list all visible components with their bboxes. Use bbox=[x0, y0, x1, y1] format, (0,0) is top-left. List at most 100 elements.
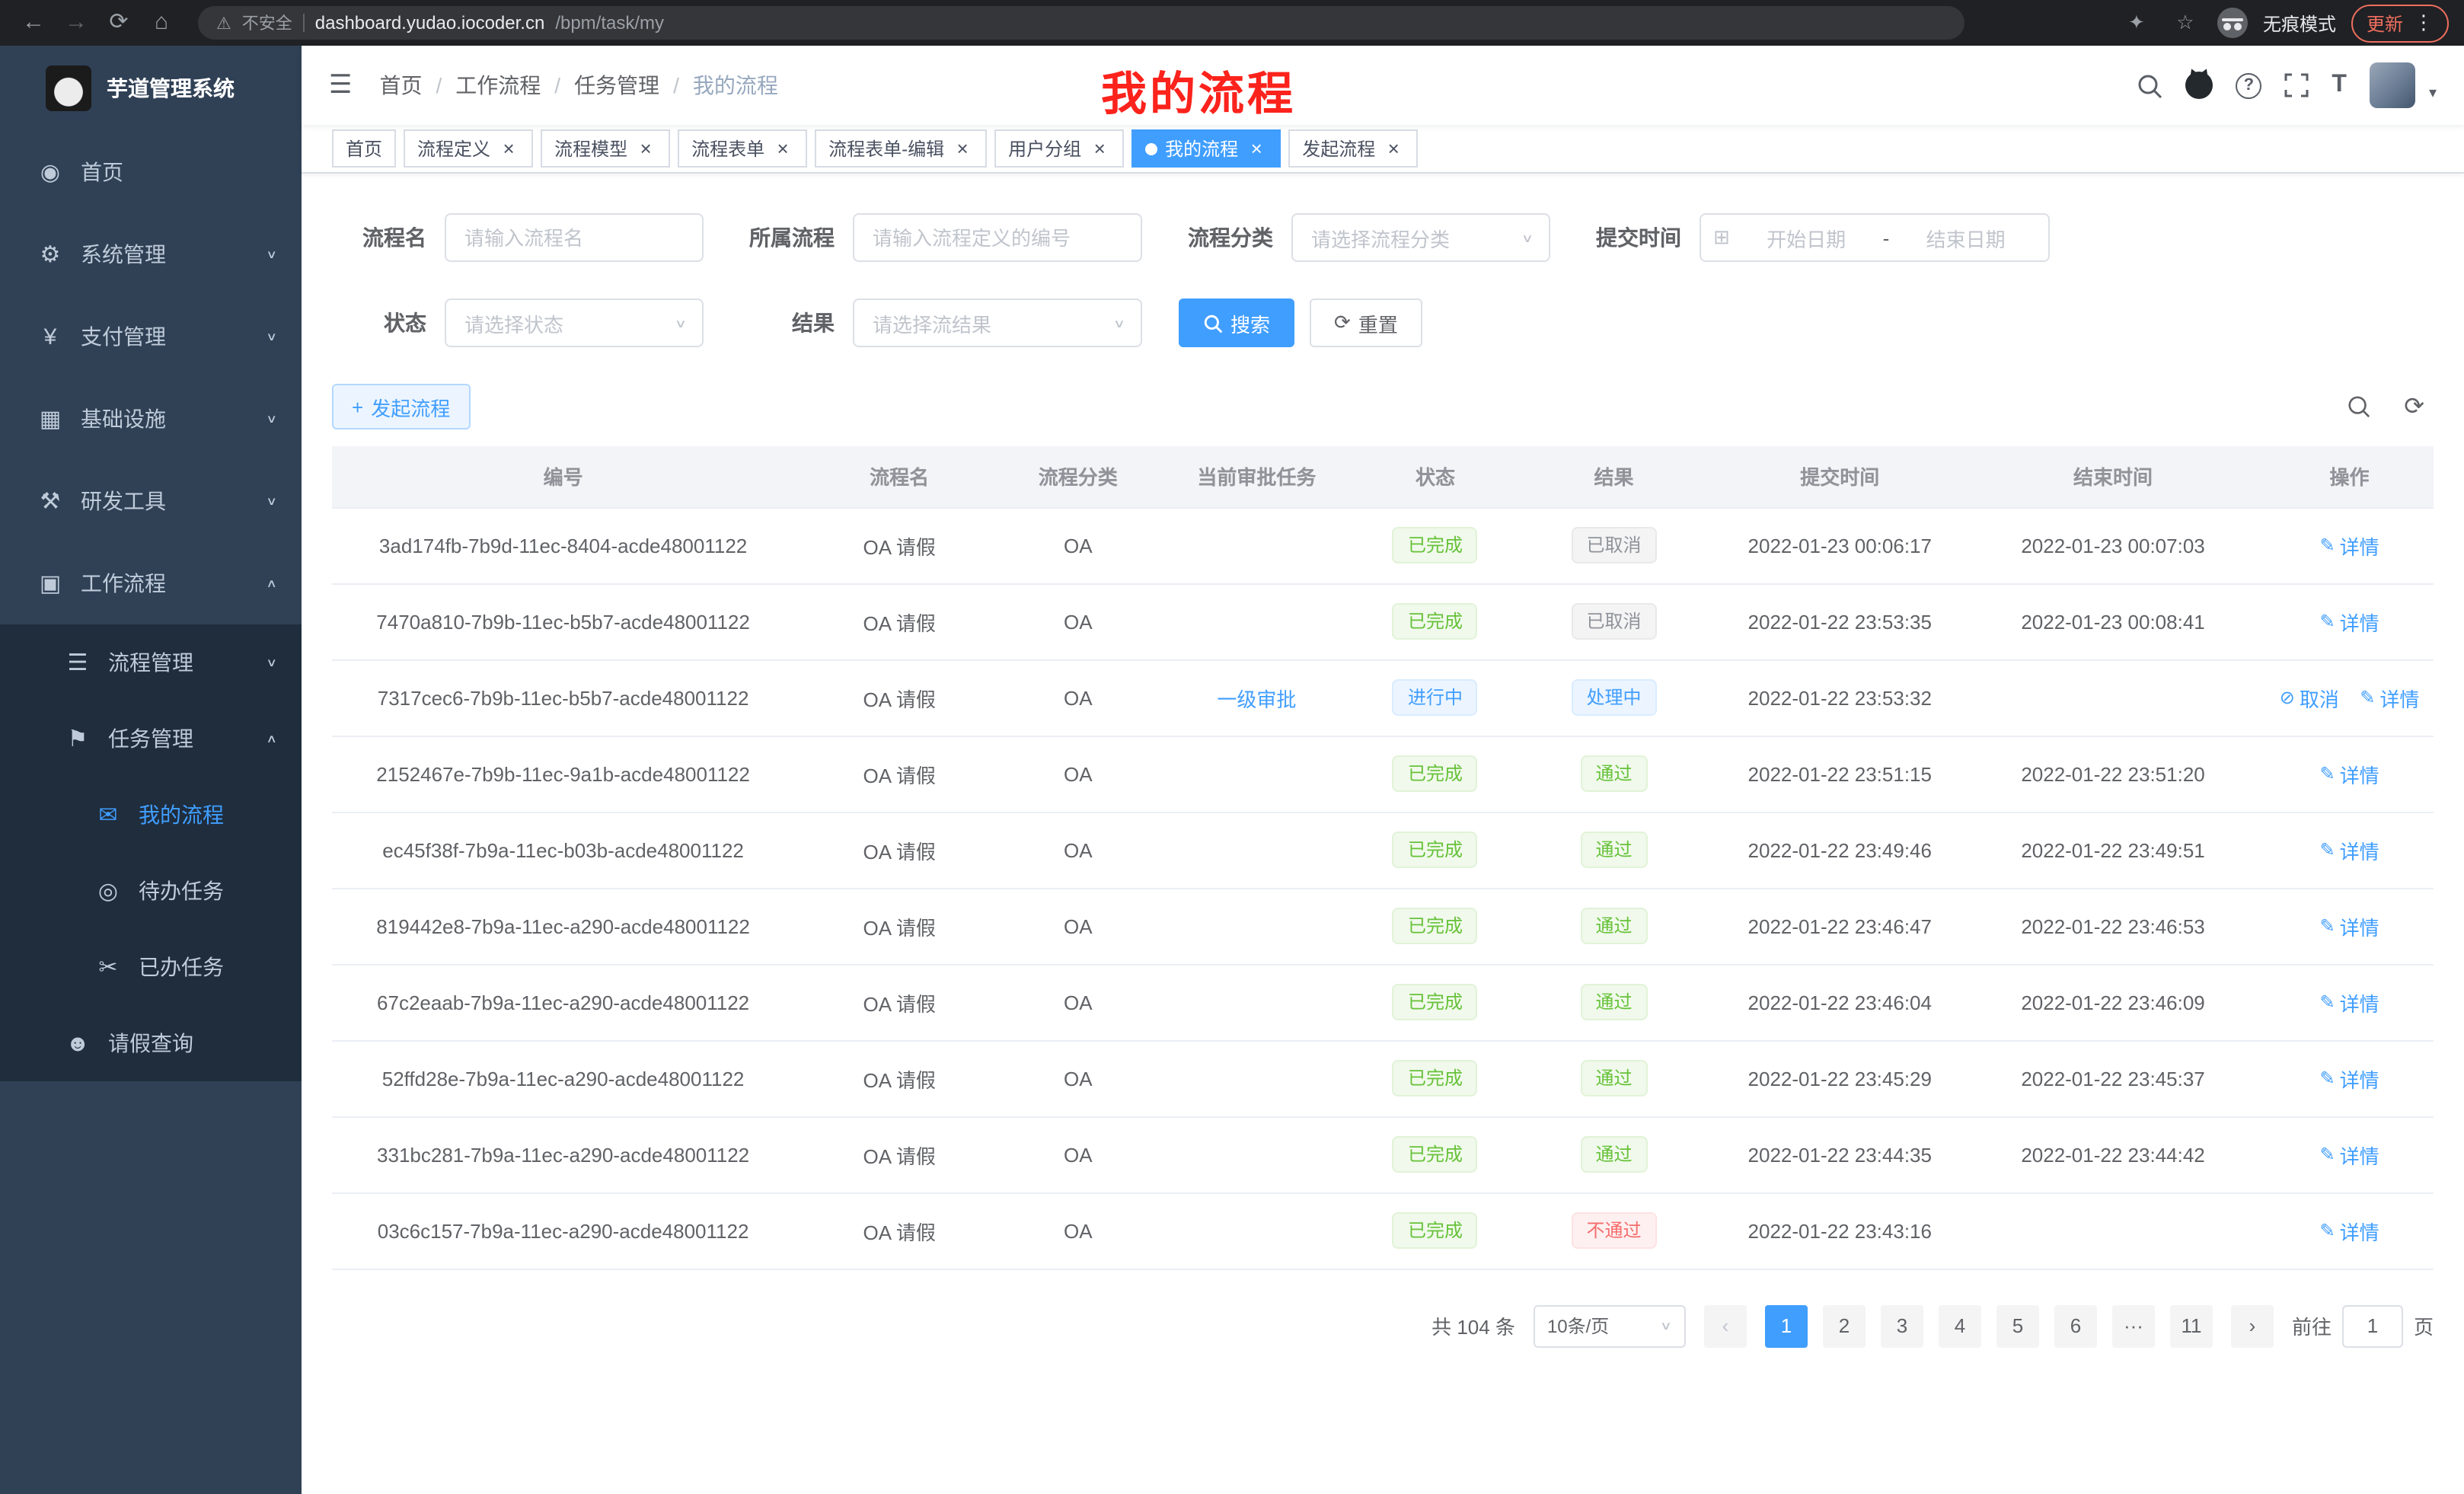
page-number-button[interactable]: ··· bbox=[2112, 1304, 2155, 1347]
page-number-button[interactable]: 1 bbox=[1765, 1304, 1808, 1347]
sidebar-item-devtools[interactable]: ⚒ 研发工具 ∨ bbox=[0, 460, 302, 542]
bookmark-star-icon[interactable]: ☆ bbox=[2169, 0, 2202, 46]
address-bar[interactable]: ⚠ 不安全 dashboard.yudao.iocoder.cn/bpm/tas… bbox=[198, 6, 1964, 40]
status-badge: 已完成 bbox=[1393, 1212, 1478, 1249]
search-button[interactable]: 搜索 bbox=[1179, 298, 1294, 347]
detail-action[interactable]: ✎详情 bbox=[2319, 1216, 2379, 1245]
reset-button[interactable]: ⟳ 重置 bbox=[1310, 298, 1422, 347]
tab-close-icon[interactable]: × bbox=[772, 138, 793, 159]
date-range-picker[interactable]: ⊞ 开始日期 - 结束日期 bbox=[1700, 213, 2050, 262]
result-select[interactable]: 请选择流结果 ∨ bbox=[853, 298, 1142, 347]
tab[interactable]: 流程模型 × bbox=[541, 129, 670, 168]
reload-icon[interactable]: ⟳ bbox=[101, 0, 137, 46]
browser-menu-icon[interactable]: ⋮ bbox=[2414, 11, 2434, 35]
tab-close-icon[interactable]: × bbox=[635, 138, 656, 159]
cancel-action[interactable]: ⊘取消 bbox=[2280, 683, 2339, 712]
status-select[interactable]: 请选择状态 ∨ bbox=[445, 298, 704, 347]
forward-icon[interactable]: → bbox=[58, 0, 94, 46]
page-number-button[interactable]: 11 bbox=[2170, 1304, 2213, 1347]
next-page-button[interactable]: › bbox=[2231, 1304, 2274, 1347]
breadcrumb-task-mgmt[interactable]: 任务管理 bbox=[574, 70, 659, 101]
tab[interactable]: 流程表单 × bbox=[678, 129, 807, 168]
tab-close-icon[interactable]: × bbox=[952, 138, 973, 159]
create-process-button[interactable]: + 发起流程 bbox=[332, 384, 470, 429]
end-time: 2022-01-22 23:46:09 bbox=[2021, 991, 2204, 1014]
category-select[interactable]: 请选择流程分类 ∨ bbox=[1291, 213, 1550, 262]
toggle-search-icon[interactable] bbox=[2346, 394, 2370, 419]
page-size-select[interactable]: 10条/页 ∨ bbox=[1534, 1304, 1686, 1347]
process-name-input[interactable] bbox=[445, 213, 704, 262]
page-number-button[interactable]: 4 bbox=[1939, 1304, 1981, 1347]
sidebar-item-home[interactable]: ◉ 首页 bbox=[0, 131, 302, 213]
breadcrumb-workflow[interactable]: 工作流程 bbox=[455, 70, 541, 101]
search-button-label: 搜索 bbox=[1230, 308, 1270, 337]
github-icon[interactable] bbox=[2185, 72, 2213, 99]
refresh-table-icon[interactable]: ⟳ bbox=[2404, 391, 2424, 422]
font-size-icon[interactable]: T bbox=[2332, 72, 2347, 99]
detail-action[interactable]: ✎详情 bbox=[2319, 531, 2379, 560]
start-date-input[interactable]: 开始日期 bbox=[1736, 223, 1877, 252]
refresh-icon: ⟳ bbox=[1334, 311, 1351, 335]
update-button[interactable]: 更新 ⋮ bbox=[2351, 4, 2449, 42]
browser-home-icon[interactable]: ⌂ bbox=[143, 0, 180, 46]
tab-close-icon[interactable]: × bbox=[1383, 138, 1404, 159]
current-task-link[interactable]: 一级审批 bbox=[1217, 688, 1296, 710]
tab-close-icon[interactable]: × bbox=[1246, 138, 1267, 159]
detail-action[interactable]: ✎详情 bbox=[2319, 988, 2379, 1017]
table-row: 3ad174fb-7b9d-11ec-8404-acde48001122 OA … bbox=[332, 507, 2434, 583]
end-time: 2022-01-23 00:07:03 bbox=[2021, 534, 2204, 557]
chevron-down-icon[interactable]: ▾ bbox=[2429, 85, 2437, 102]
sidebar-item-leave-query[interactable]: ☻ 请假查询 bbox=[0, 1005, 302, 1081]
tab-close-icon[interactable]: × bbox=[1089, 138, 1110, 159]
avatar[interactable] bbox=[2370, 62, 2415, 108]
tab[interactable]: 用户分组 × bbox=[994, 129, 1124, 168]
tab[interactable]: 首页 bbox=[332, 129, 396, 168]
plus-icon: + bbox=[352, 395, 363, 418]
result-badge: 通过 bbox=[1581, 908, 1648, 944]
sidebar-item-infra[interactable]: ▦ 基础设施 ∨ bbox=[0, 378, 302, 460]
detail-action[interactable]: ✎详情 bbox=[2319, 835, 2379, 864]
detail-action[interactable]: ✎详情 bbox=[2319, 1140, 2379, 1169]
hamburger-icon[interactable]: ☰ bbox=[329, 70, 353, 101]
process-def-input[interactable] bbox=[853, 213, 1142, 262]
detail-action[interactable]: ✎详情 bbox=[2319, 911, 2379, 940]
submit-time: 2022-01-22 23:46:47 bbox=[1748, 915, 1932, 937]
tab-label: 流程表单 bbox=[691, 136, 764, 161]
table-row: 331bc281-7b9a-11ec-a290-acde48001122 OA … bbox=[332, 1116, 2434, 1192]
page-number-button[interactable]: 2 bbox=[1823, 1304, 1866, 1347]
page-number-button[interactable]: 5 bbox=[1996, 1304, 2039, 1347]
goto-page-input[interactable] bbox=[2342, 1304, 2403, 1347]
security-label[interactable]: 不安全 bbox=[242, 11, 292, 35]
breadcrumb-current: 我的流程 bbox=[693, 70, 778, 101]
end-date-input[interactable]: 结束日期 bbox=[1895, 223, 2036, 252]
sidebar-item-payment[interactable]: ¥ 支付管理 ∨ bbox=[0, 295, 302, 378]
detail-action[interactable]: ✎详情 bbox=[2319, 759, 2379, 788]
sidebar-item-todo-tasks[interactable]: ◎ 待办任务 bbox=[0, 853, 302, 929]
tab-close-icon[interactable]: × bbox=[498, 138, 519, 159]
sidebar-item-workflow[interactable]: ▣ 工作流程 ∧ bbox=[0, 542, 302, 624]
detail-action[interactable]: ✎详情 bbox=[2360, 683, 2419, 712]
fullscreen-icon[interactable] bbox=[2284, 73, 2309, 97]
status-badge: 已完成 bbox=[1393, 832, 1478, 868]
sidebar-item-process-mgmt[interactable]: ☰ 流程管理 ∨ bbox=[0, 624, 302, 701]
tab[interactable]: 流程定义 × bbox=[404, 129, 533, 168]
tab[interactable]: 发起流程 × bbox=[1288, 129, 1418, 168]
page-number-button[interactable]: 6 bbox=[2054, 1304, 2097, 1347]
logo[interactable]: 芋道管理系统 bbox=[0, 46, 302, 131]
process-name: OA 请假 bbox=[863, 764, 936, 787]
prev-page-button[interactable]: ‹ bbox=[1704, 1304, 1747, 1347]
page-number-button[interactable]: 3 bbox=[1881, 1304, 1923, 1347]
sidebar-item-my-process[interactable]: ✉ 我的流程 bbox=[0, 777, 302, 853]
search-icon[interactable] bbox=[2137, 72, 2162, 98]
tab[interactable]: 我的流程 × bbox=[1131, 129, 1281, 168]
detail-action[interactable]: ✎详情 bbox=[2319, 607, 2379, 636]
back-icon[interactable]: ← bbox=[15, 0, 52, 46]
breadcrumb-home[interactable]: 首页 bbox=[380, 70, 423, 101]
help-icon[interactable]: ? bbox=[2236, 72, 2261, 98]
key-icon[interactable]: ✦ bbox=[2120, 0, 2153, 46]
sidebar-item-system[interactable]: ⚙ 系统管理 ∨ bbox=[0, 213, 302, 295]
detail-action[interactable]: ✎详情 bbox=[2319, 1064, 2379, 1093]
sidebar-item-done-tasks[interactable]: ✂ 已办任务 bbox=[0, 929, 302, 1005]
tab[interactable]: 流程表单-编辑 × bbox=[815, 129, 987, 168]
sidebar-item-task-mgmt[interactable]: ⚑ 任务管理 ∧ bbox=[0, 701, 302, 777]
